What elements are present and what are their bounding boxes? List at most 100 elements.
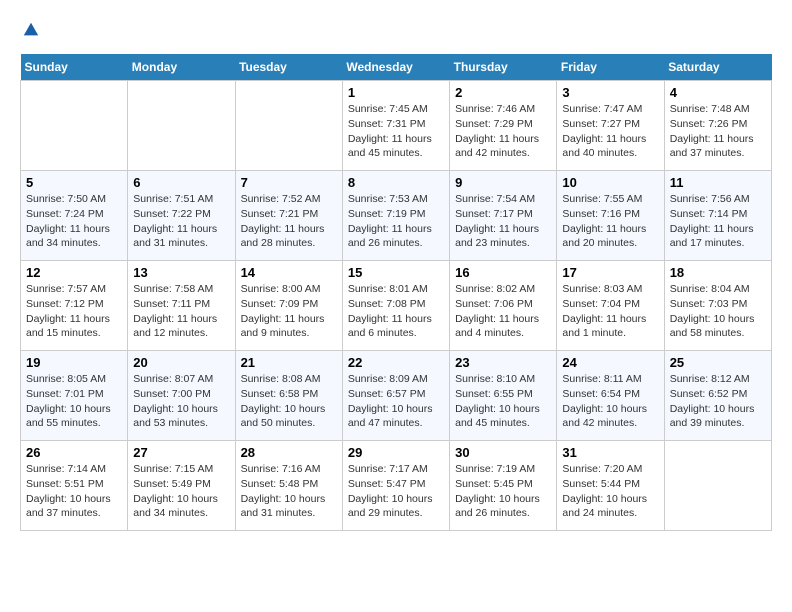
day-number: 2 xyxy=(455,85,551,100)
day-number: 16 xyxy=(455,265,551,280)
calendar-cell: 13 Sunrise: 7:58 AMSunset: 7:11 PMDayligh… xyxy=(128,261,235,351)
day-info: Sunrise: 7:17 AMSunset: 5:47 PMDaylight:… xyxy=(348,462,444,521)
day-info: Sunrise: 8:12 AMSunset: 6:52 PMDaylight:… xyxy=(670,372,766,431)
day-info: Sunrise: 8:03 AMSunset: 7:04 PMDaylight:… xyxy=(562,282,658,341)
calendar-cell: 24 Sunrise: 8:11 AMSunset: 6:54 PMDayligh… xyxy=(557,351,664,441)
day-info: Sunrise: 7:56 AMSunset: 7:14 PMDaylight:… xyxy=(670,192,766,251)
day-of-week-header: Friday xyxy=(557,54,664,81)
page-header xyxy=(20,20,772,44)
calendar-header-row: SundayMondayTuesdayWednesdayThursdayFrid… xyxy=(21,54,772,81)
day-info: Sunrise: 7:58 AMSunset: 7:11 PMDaylight:… xyxy=(133,282,229,341)
calendar-week-row: 1 Sunrise: 7:45 AMSunset: 7:31 PMDaylight… xyxy=(21,81,772,171)
calendar-cell: 18 Sunrise: 8:04 AMSunset: 7:03 PMDayligh… xyxy=(664,261,771,351)
calendar-cell: 21Sunrise: 8:08 AMSunset: 6:58 PMDayligh… xyxy=(235,351,342,441)
day-of-week-header: Saturday xyxy=(664,54,771,81)
calendar-cell: 15 Sunrise: 8:01 AMSunset: 7:08 PMDayligh… xyxy=(342,261,449,351)
day-of-week-header: Monday xyxy=(128,54,235,81)
day-info: Sunrise: 8:10 AMSunset: 6:55 PMDaylight:… xyxy=(455,372,551,431)
day-info: Sunrise: 7:19 AMSunset: 5:45 PMDaylight:… xyxy=(455,462,551,521)
day-info: Sunrise: 8:01 AMSunset: 7:08 PMDaylight:… xyxy=(348,282,444,341)
day-number: 29 xyxy=(348,445,444,460)
day-of-week-header: Sunday xyxy=(21,54,128,81)
day-of-week-header: Thursday xyxy=(450,54,557,81)
day-number: 5 xyxy=(26,175,122,190)
day-info: Sunrise: 8:05 AMSunset: 7:01 PMDaylight:… xyxy=(26,372,122,431)
day-info: Sunrise: 7:51 AMSunset: 7:22 PMDaylight:… xyxy=(133,192,229,251)
calendar-cell xyxy=(128,81,235,171)
calendar-cell: 17 Sunrise: 8:03 AMSunset: 7:04 PMDayligh… xyxy=(557,261,664,351)
day-number: 24 xyxy=(562,355,658,370)
calendar-cell: 3Sunrise: 7:47 AMSunset: 7:27 PMDaylight… xyxy=(557,81,664,171)
calendar-cell: 2 Sunrise: 7:46 AMSunset: 7:29 PMDaylight… xyxy=(450,81,557,171)
day-number: 15 xyxy=(348,265,444,280)
calendar-cell: 6 Sunrise: 7:51 AMSunset: 7:22 PMDaylight… xyxy=(128,171,235,261)
calendar-cell: 11 Sunrise: 7:56 AMSunset: 7:14 PMDayligh… xyxy=(664,171,771,261)
day-info: Sunrise: 7:57 AMSunset: 7:12 PMDaylight:… xyxy=(26,282,122,341)
day-info: Sunrise: 7:14 AMSunset: 5:51 PMDaylight:… xyxy=(26,462,122,521)
day-number: 19 xyxy=(26,355,122,370)
calendar-cell: 8Sunrise: 7:53 AMSunset: 7:19 PMDaylight… xyxy=(342,171,449,261)
day-info: Sunrise: 8:09 AMSunset: 6:57 PMDaylight:… xyxy=(348,372,444,431)
day-info: Sunrise: 8:04 AMSunset: 7:03 PMDaylight:… xyxy=(670,282,766,341)
day-number: 30 xyxy=(455,445,551,460)
day-number: 11 xyxy=(670,175,766,190)
calendar-cell: 7 Sunrise: 7:52 AMSunset: 7:21 PMDaylight… xyxy=(235,171,342,261)
day-info: Sunrise: 7:54 AMSunset: 7:17 PMDaylight:… xyxy=(455,192,551,251)
calendar-cell: 19 Sunrise: 8:05 AMSunset: 7:01 PMDayligh… xyxy=(21,351,128,441)
day-info: Sunrise: 7:15 AMSunset: 5:49 PMDaylight:… xyxy=(133,462,229,521)
calendar-cell: 25 Sunrise: 8:12 AMSunset: 6:52 PMDayligh… xyxy=(664,351,771,441)
day-info: Sunrise: 7:48 AMSunset: 7:26 PMDaylight:… xyxy=(670,102,766,161)
calendar-cell: 1 Sunrise: 7:45 AMSunset: 7:31 PMDaylight… xyxy=(342,81,449,171)
day-info: Sunrise: 8:11 AMSunset: 6:54 PMDaylight:… xyxy=(562,372,658,431)
calendar-cell: 28 Sunrise: 7:16 AMSunset: 5:48 PMDayligh… xyxy=(235,441,342,531)
calendar-cell xyxy=(235,81,342,171)
calendar-cell: 4 Sunrise: 7:48 AMSunset: 7:26 PMDaylight… xyxy=(664,81,771,171)
calendar-week-row: 5 Sunrise: 7:50 AMSunset: 7:24 PMDaylight… xyxy=(21,171,772,261)
day-info: Sunrise: 8:07 AMSunset: 7:00 PMDaylight:… xyxy=(133,372,229,431)
day-number: 25 xyxy=(670,355,766,370)
calendar-cell: 12 Sunrise: 7:57 AMSunset: 7:12 PMDayligh… xyxy=(21,261,128,351)
day-info: Sunrise: 7:16 AMSunset: 5:48 PMDaylight:… xyxy=(241,462,337,521)
day-number: 6 xyxy=(133,175,229,190)
calendar-cell: 31Sunrise: 7:20 AMSunset: 5:44 PMDayligh… xyxy=(557,441,664,531)
day-info: Sunrise: 7:47 AMSunset: 7:27 PMDaylight:… xyxy=(562,102,658,161)
day-info: Sunrise: 8:02 AMSunset: 7:06 PMDaylight:… xyxy=(455,282,551,341)
day-info: Sunrise: 7:20 AMSunset: 5:44 PMDaylight:… xyxy=(562,462,658,521)
calendar-cell xyxy=(21,81,128,171)
day-number: 12 xyxy=(26,265,122,280)
day-number: 18 xyxy=(670,265,766,280)
calendar-cell: 29 Sunrise: 7:17 AMSunset: 5:47 PMDayligh… xyxy=(342,441,449,531)
day-number: 26 xyxy=(26,445,122,460)
calendar-cell: 26 Sunrise: 7:14 AMSunset: 5:51 PMDayligh… xyxy=(21,441,128,531)
calendar-cell: 22Sunrise: 8:09 AMSunset: 6:57 PMDayligh… xyxy=(342,351,449,441)
day-info: Sunrise: 7:52 AMSunset: 7:21 PMDaylight:… xyxy=(241,192,337,251)
calendar-cell: 20Sunrise: 8:07 AMSunset: 7:00 PMDayligh… xyxy=(128,351,235,441)
calendar-week-row: 12 Sunrise: 7:57 AMSunset: 7:12 PMDayligh… xyxy=(21,261,772,351)
logo xyxy=(20,20,40,44)
day-info: Sunrise: 7:45 AMSunset: 7:31 PMDaylight:… xyxy=(348,102,444,161)
day-number: 13 xyxy=(133,265,229,280)
day-number: 14 xyxy=(241,265,337,280)
day-info: Sunrise: 7:53 AMSunset: 7:19 PMDaylight:… xyxy=(348,192,444,251)
day-number: 10 xyxy=(562,175,658,190)
day-info: Sunrise: 7:50 AMSunset: 7:24 PMDaylight:… xyxy=(26,192,122,251)
day-of-week-header: Tuesday xyxy=(235,54,342,81)
calendar-cell: 27 Sunrise: 7:15 AMSunset: 5:49 PMDayligh… xyxy=(128,441,235,531)
day-info: Sunrise: 8:00 AMSunset: 7:09 PMDaylight:… xyxy=(241,282,337,341)
day-info: Sunrise: 7:55 AMSunset: 7:16 PMDaylight:… xyxy=(562,192,658,251)
calendar-cell: 9 Sunrise: 7:54 AMSunset: 7:17 PMDaylight… xyxy=(450,171,557,261)
day-number: 27 xyxy=(133,445,229,460)
calendar-table: SundayMondayTuesdayWednesdayThursdayFrid… xyxy=(20,54,772,531)
day-number: 17 xyxy=(562,265,658,280)
day-number: 9 xyxy=(455,175,551,190)
calendar-week-row: 19 Sunrise: 8:05 AMSunset: 7:01 PMDayligh… xyxy=(21,351,772,441)
day-info: Sunrise: 8:08 AMSunset: 6:58 PMDaylight:… xyxy=(241,372,337,431)
day-number: 28 xyxy=(241,445,337,460)
day-number: 23 xyxy=(455,355,551,370)
day-number: 4 xyxy=(670,85,766,100)
day-info: Sunrise: 7:46 AMSunset: 7:29 PMDaylight:… xyxy=(455,102,551,161)
day-number: 7 xyxy=(241,175,337,190)
calendar-cell: 14 Sunrise: 8:00 AMSunset: 7:09 PMDayligh… xyxy=(235,261,342,351)
calendar-cell: 10 Sunrise: 7:55 AMSunset: 7:16 PMDayligh… xyxy=(557,171,664,261)
day-number: 1 xyxy=(348,85,444,100)
